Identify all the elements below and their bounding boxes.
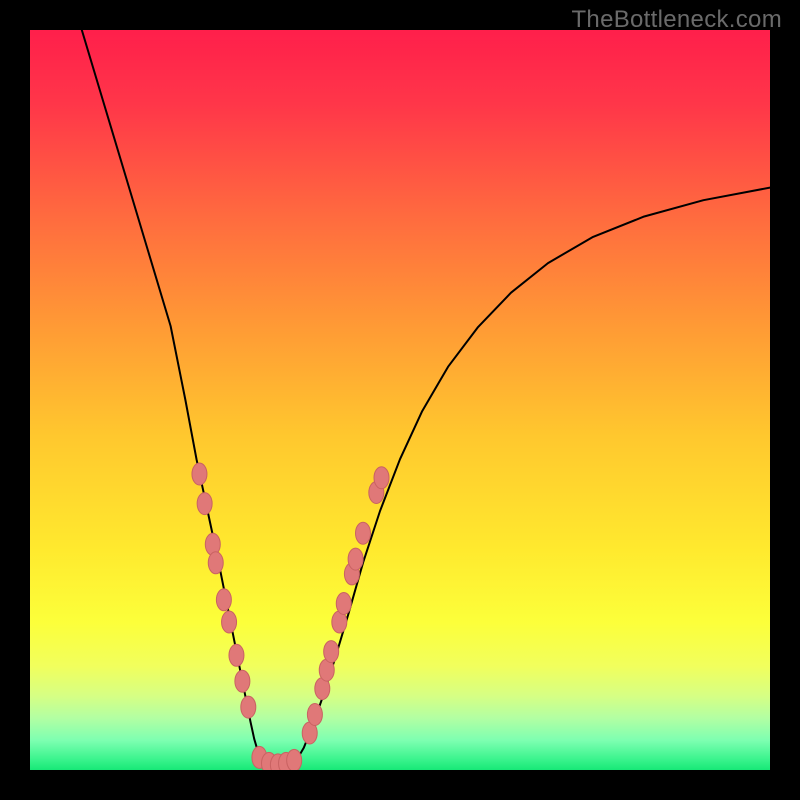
data-marker	[241, 696, 256, 718]
data-marker	[324, 641, 339, 663]
chart-frame: TheBottleneck.com	[0, 0, 800, 800]
bottleneck-curve	[82, 30, 770, 766]
data-marker	[229, 644, 244, 666]
data-marker	[208, 552, 223, 574]
data-marker	[307, 704, 322, 726]
data-marker	[287, 749, 302, 770]
data-marker	[356, 522, 371, 544]
data-marker	[374, 467, 389, 489]
plot-area	[30, 30, 770, 770]
data-marker	[216, 589, 231, 611]
curve-layer	[30, 30, 770, 770]
data-marker	[197, 493, 212, 515]
data-marker	[222, 611, 237, 633]
data-marker	[192, 463, 207, 485]
watermark-text: TheBottleneck.com	[571, 6, 782, 34]
data-marker	[348, 548, 363, 570]
data-marker	[235, 670, 250, 692]
data-marker	[336, 593, 351, 615]
